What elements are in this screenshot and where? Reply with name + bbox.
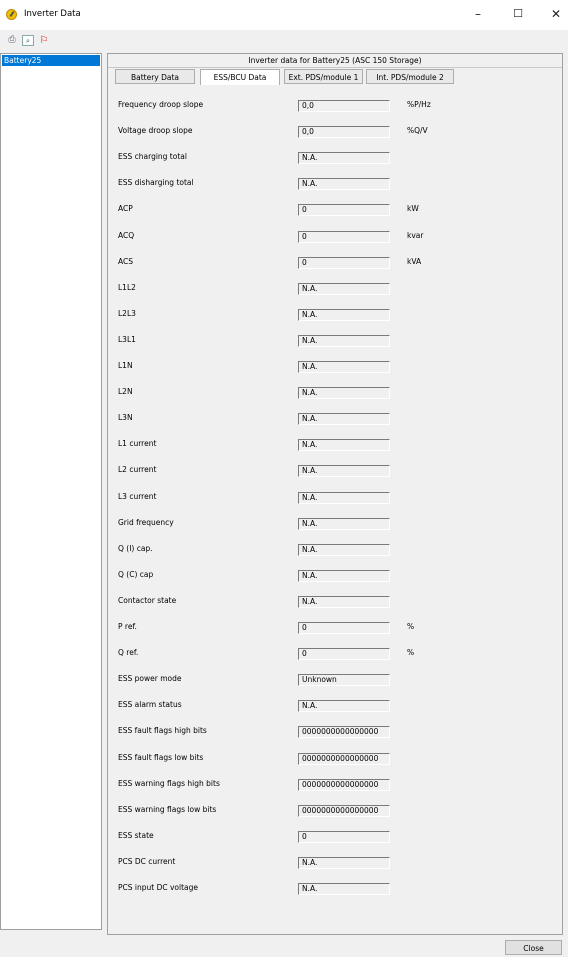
- label-q-ref: Q ref.: [118, 648, 139, 658]
- field-l2l3[interactable]: N.A.: [298, 308, 390, 321]
- label-p-ref: P ref.: [118, 622, 137, 631]
- label-l2l3: L2L3: [118, 308, 136, 318]
- field-l1n[interactable]: N.A.: [298, 361, 390, 373]
- label-l2n: L2N: [118, 387, 133, 397]
- label-ess-warning-flags-high-bits: ESS warning flags high bits: [118, 778, 220, 788]
- field-l2-current[interactable]: N.A.: [298, 465, 390, 478]
- field-ess-fault-flags-high-bits[interactable]: 0000000000000000: [298, 726, 390, 739]
- label-l1n: L1N: [118, 361, 133, 370]
- field-pcs-input-dc-voltage[interactable]: N.A.: [298, 883, 390, 895]
- window-title: Inverter Data: [24, 9, 81, 19]
- field-frequency-droop-slope[interactable]: 0,0: [298, 100, 390, 112]
- minimize-button[interactable]: –: [464, 5, 492, 23]
- field-l3l1[interactable]: N.A.: [298, 334, 390, 347]
- unit-p-ref: %: [407, 622, 415, 631]
- label-pcs-input-dc-voltage: PCS input DC voltage: [118, 883, 198, 892]
- tab-battery-data[interactable]: Battery Data: [115, 69, 195, 84]
- label-voltage-droop-slope: Voltage droop slope: [118, 126, 193, 136]
- field-l2n[interactable]: N.A.: [298, 387, 390, 400]
- unit-q-ref: %: [407, 648, 415, 658]
- close-window-button[interactable]: ✕: [542, 5, 568, 23]
- toolbar: ⎙ ⌕ ⚐: [0, 30, 568, 52]
- field-ess-disharging-total[interactable]: N.A.: [298, 178, 390, 191]
- field-acq[interactable]: 0: [298, 230, 390, 243]
- label-l1-current: L1 current: [118, 439, 157, 449]
- label-pcs-dc-current: PCS DC current: [118, 856, 176, 866]
- maximize-button[interactable]: ☐: [504, 5, 532, 23]
- label-ess-warning-flags-low-bits: ESS warning flags low bits: [118, 804, 217, 814]
- label-ess-power-mode: ESS power mode: [118, 674, 182, 684]
- label-ess-fault-flags-low-bits: ESS fault flags low bits: [118, 752, 204, 762]
- inverter-data-panel: Inverter data for Battery25 (ASC 150 Sto…: [107, 53, 563, 935]
- panel-header: Inverter data for Battery25 (ASC 150 Sto…: [108, 54, 562, 68]
- tab-ext-pds-module-1[interactable]: Ext. PDS/module 1: [284, 69, 363, 84]
- field-q-i-cap[interactable]: N.A.: [298, 543, 390, 556]
- inverter-tree[interactable]: Battery25: [0, 53, 102, 930]
- print-preview-icon[interactable]: ⌕: [22, 35, 34, 46]
- field-ess-state[interactable]: 0: [298, 830, 390, 843]
- field-contactor-state[interactable]: N.A.: [298, 595, 390, 608]
- tab-ess-bcu-data[interactable]: ESS/BCU Data: [200, 69, 280, 85]
- label-l3l1: L3L1: [118, 334, 136, 344]
- label-ess-charging-total: ESS charging total: [118, 152, 187, 162]
- label-ess-disharging-total: ESS disharging total: [118, 178, 194, 188]
- field-ess-warning-flags-high-bits[interactable]: 0000000000000000: [298, 778, 390, 791]
- label-contactor-state: Contactor state: [118, 595, 177, 605]
- unit-acs: kVA: [407, 256, 422, 266]
- field-pcs-dc-current[interactable]: N.A.: [298, 856, 390, 869]
- field-acp[interactable]: 0: [298, 204, 390, 217]
- field-ess-charging-total[interactable]: N.A.: [298, 152, 390, 165]
- field-ess-fault-flags-low-bits[interactable]: 0000000000000000: [298, 752, 390, 765]
- unit-frequency-droop-slope: %P/Hz: [407, 100, 431, 109]
- app-icon: [6, 9, 17, 20]
- close-button[interactable]: Close: [505, 940, 562, 955]
- label-frequency-droop-slope: Frequency droop slope: [118, 100, 204, 109]
- unit-voltage-droop-slope: %Q/V: [407, 126, 428, 136]
- tree-item-battery25[interactable]: Battery25: [2, 55, 100, 66]
- field-l1l2[interactable]: N.A.: [298, 282, 390, 295]
- field-ess-power-mode[interactable]: Unknown: [298, 674, 390, 687]
- field-p-ref[interactable]: 0: [298, 622, 390, 634]
- field-ess-warning-flags-low-bits[interactable]: 0000000000000000: [298, 804, 390, 817]
- field-ess-alarm-status[interactable]: N.A.: [298, 700, 390, 713]
- field-q-ref[interactable]: 0: [298, 648, 390, 661]
- field-q-c-cap[interactable]: N.A.: [298, 569, 390, 582]
- field-acs[interactable]: 0: [298, 256, 390, 269]
- title-bar: Inverter Data – ☐ ✕: [0, 0, 568, 30]
- label-l1l2: L1L2: [118, 282, 136, 292]
- label-l3-current: L3 current: [118, 491, 157, 501]
- field-l3-current[interactable]: N.A.: [298, 491, 390, 504]
- label-ess-fault-flags-high-bits: ESS fault flags high bits: [118, 726, 207, 736]
- label-acq: ACQ: [118, 230, 135, 240]
- label-ess-alarm-status: ESS alarm status: [118, 700, 182, 710]
- label-l2-current: L2 current: [118, 465, 157, 475]
- label-q-i-cap: Q (I) cap.: [118, 543, 153, 553]
- print-icon[interactable]: ⎙: [6, 35, 18, 46]
- field-voltage-droop-slope[interactable]: 0,0: [298, 126, 390, 139]
- field-grid-frequency[interactable]: N.A.: [298, 517, 390, 530]
- label-acs: ACS: [118, 256, 133, 266]
- label-acp: ACP: [118, 204, 133, 214]
- unit-acp: kW: [407, 204, 419, 214]
- tab-int-pds-module-2[interactable]: Int. PDS/module 2: [366, 69, 454, 84]
- field-l1-current[interactable]: N.A.: [298, 439, 390, 452]
- label-ess-state: ESS state: [118, 830, 154, 840]
- field-l3n[interactable]: N.A.: [298, 413, 390, 426]
- label-grid-frequency: Grid frequency: [118, 517, 174, 527]
- label-q-c-cap: Q (C) cap: [118, 569, 154, 579]
- unit-acq: kvar: [407, 230, 424, 240]
- label-l3n: L3N: [118, 413, 133, 423]
- pdf-export-icon[interactable]: ⚐: [38, 35, 50, 46]
